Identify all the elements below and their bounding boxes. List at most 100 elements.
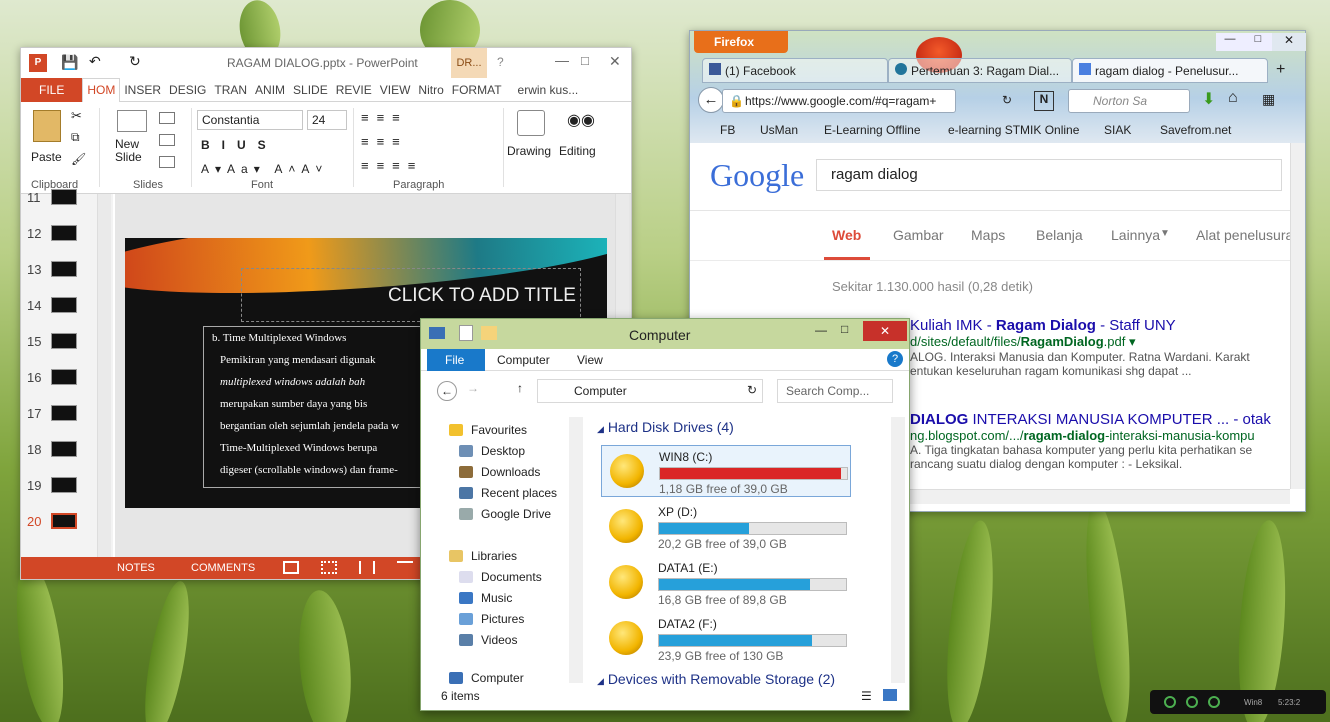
nitro-icon[interactable]: N — [1034, 91, 1054, 111]
tab-slideshow[interactable]: SLIDE — [289, 83, 332, 97]
normal-view-icon[interactable] — [283, 561, 299, 574]
tab-animations[interactable]: ANIM — [251, 83, 289, 97]
maximize-icon[interactable]: □ — [581, 53, 589, 68]
binoculars-icon[interactable]: ◉◉ — [567, 110, 595, 130]
slide-thumb-12[interactable]: 12 — [27, 220, 77, 246]
search-tab-more[interactable]: Lainnya — [1111, 227, 1160, 243]
slide-thumb-13[interactable]: 13 — [27, 256, 77, 282]
new-tab-icon[interactable]: + — [1276, 61, 1285, 79]
home-icon[interactable]: ⌂ — [1228, 89, 1238, 107]
section-icon[interactable] — [159, 156, 175, 168]
nav-music[interactable]: Music — [459, 591, 512, 605]
address-bar[interactable]: Computer — [537, 379, 763, 403]
close-icon[interactable]: ✕ — [1272, 33, 1306, 51]
nav-favourites[interactable]: Favourites — [449, 423, 527, 437]
drives-section-header[interactable]: ◢ Hard Disk Drives (4) — [597, 419, 734, 435]
search-tools[interactable]: Alat penelusura — [1196, 227, 1293, 243]
url-bar[interactable]: 🔒 https://www.google.com/#q=ragam+ — [722, 89, 956, 113]
tab-file[interactable]: FILE — [21, 77, 83, 102]
shutdown-icon[interactable] — [1208, 696, 1220, 708]
layout-icon[interactable] — [159, 112, 175, 124]
refresh-icon[interactable]: ↻ — [747, 383, 757, 397]
content-scrollbar[interactable] — [891, 417, 905, 683]
search-bar[interactable]: Norton Sa — [1068, 89, 1190, 113]
tab-home[interactable]: HOM — [82, 77, 121, 102]
google-search-input[interactable]: ragam dialog — [816, 159, 1282, 191]
nav-recent[interactable]: Recent places — [459, 486, 557, 500]
power-icon[interactable] — [1164, 696, 1176, 708]
search-tab-web[interactable]: Web — [832, 227, 861, 243]
reading-view-icon[interactable] — [359, 561, 375, 574]
drive-c[interactable]: WIN8 (C:) 1,18 GB free of 39,0 GB — [601, 445, 851, 497]
context-tab[interactable]: DR... — [451, 48, 487, 78]
cut-icon[interactable]: ✂ — [71, 108, 82, 124]
tab-computer[interactable]: Computer — [497, 353, 550, 367]
slide-thumb-18[interactable]: 18 — [27, 436, 77, 462]
bookmark-fb[interactable]: FB — [720, 123, 735, 137]
comments-button[interactable]: COMMENTS — [191, 562, 255, 574]
search-tab-images[interactable]: Gambar — [893, 227, 944, 243]
tab-google[interactable]: ragam dialog - Penelusur... — [1072, 58, 1268, 83]
back-icon[interactable]: ← — [437, 381, 457, 401]
tab-view[interactable]: View — [577, 353, 603, 367]
nav-computer[interactable]: Computer — [449, 671, 524, 685]
save-icon[interactable]: 💾 — [61, 54, 78, 71]
ff-vertical-scrollbar[interactable] — [1290, 143, 1305, 489]
search-input[interactable]: Search Comp... — [777, 379, 893, 403]
tab-insert[interactable]: INSER — [120, 83, 165, 97]
tab-file[interactable]: File — [427, 349, 485, 371]
close-icon[interactable]: ✕ — [609, 53, 621, 70]
undo-icon[interactable]: ↶ — [89, 53, 101, 70]
maximize-icon[interactable]: □ — [841, 322, 848, 336]
removable-section-header[interactable]: ◢ Devices with Removable Storage (2) — [597, 671, 835, 687]
maximize-icon[interactable]: □ — [1244, 33, 1272, 51]
indent-icons[interactable]: ≡≡≡ — [361, 134, 408, 149]
tab-format[interactable]: FORMAT — [448, 83, 506, 97]
firefox-menu-button[interactable]: Firefox — [694, 31, 788, 53]
forward-icon[interactable]: → — [467, 381, 479, 395]
nav-scrollbar[interactable] — [569, 417, 583, 683]
nav-documents[interactable]: Documents — [459, 570, 542, 584]
nav-videos[interactable]: Videos — [459, 633, 517, 647]
editing-button[interactable]: Editing — [559, 144, 596, 158]
format-painter-icon[interactable]: 🖌 — [71, 152, 86, 166]
slide-thumb-17[interactable]: 17 — [27, 400, 77, 426]
tab-facebook[interactable]: (1) Facebook — [702, 58, 888, 83]
help-icon[interactable]: ? — [887, 351, 903, 367]
details-view-icon[interactable]: ☰ — [861, 689, 872, 703]
drive-d[interactable]: XP (D:) 20,2 GB free of 39,0 GB — [601, 501, 851, 553]
title-placeholder[interactable]: CLICK TO ADD TITLE — [241, 268, 581, 322]
bookmark-elearning-offline[interactable]: E-Learning Offline — [824, 123, 921, 137]
notes-button[interactable]: NOTES — [117, 562, 155, 574]
slide-thumb-20[interactable]: 20 — [27, 508, 77, 534]
download-icon[interactable]: ⬇ — [1202, 89, 1215, 109]
menu-icon[interactable]: ▦ — [1262, 91, 1275, 108]
tab-transitions[interactable]: TRAN — [210, 83, 251, 97]
thumb-scrollbar[interactable] — [97, 194, 111, 558]
result-title[interactable]: DIALOG INTERAKSI MANUSIA KOMPUTER ... - … — [910, 411, 1290, 428]
redo-icon[interactable]: ↻ — [129, 53, 141, 70]
bookmark-elearning-online[interactable]: e-learning STMIK Online — [948, 123, 1079, 137]
bullets-icon[interactable]: ≡≡≡ — [361, 110, 408, 125]
close-icon[interactable]: ✕ — [863, 321, 907, 341]
help-icon[interactable]: ? — [497, 55, 504, 69]
minimize-icon[interactable]: — — [815, 323, 827, 337]
reload-icon[interactable]: ↻ — [1002, 93, 1012, 107]
drive-e[interactable]: DATA1 (E:) 16,8 GB free of 89,8 GB — [601, 557, 851, 609]
search-tab-maps[interactable]: Maps — [971, 227, 1005, 243]
font-name-select[interactable]: Constantia — [197, 110, 303, 130]
up-icon[interactable]: ↑ — [517, 381, 523, 395]
drawing-icon[interactable] — [517, 110, 545, 136]
minimize-icon[interactable]: — — [1216, 33, 1244, 51]
tab-view[interactable]: VIEW — [376, 83, 415, 97]
reset-icon[interactable] — [159, 134, 175, 146]
slideshow-icon[interactable] — [397, 561, 413, 574]
tab-design[interactable]: DESIG — [165, 83, 210, 97]
paste-button[interactable]: Paste — [31, 150, 62, 164]
font-size-select[interactable]: 24 — [307, 110, 347, 130]
nav-google-drive[interactable]: Google Drive — [459, 507, 551, 521]
slide-thumb-14[interactable]: 14 — [27, 292, 77, 318]
new-slide-button[interactable]: New Slide — [115, 138, 155, 164]
align-icons[interactable]: ≡≡≡≡ — [361, 158, 423, 173]
tiles-view-icon[interactable] — [883, 689, 897, 701]
